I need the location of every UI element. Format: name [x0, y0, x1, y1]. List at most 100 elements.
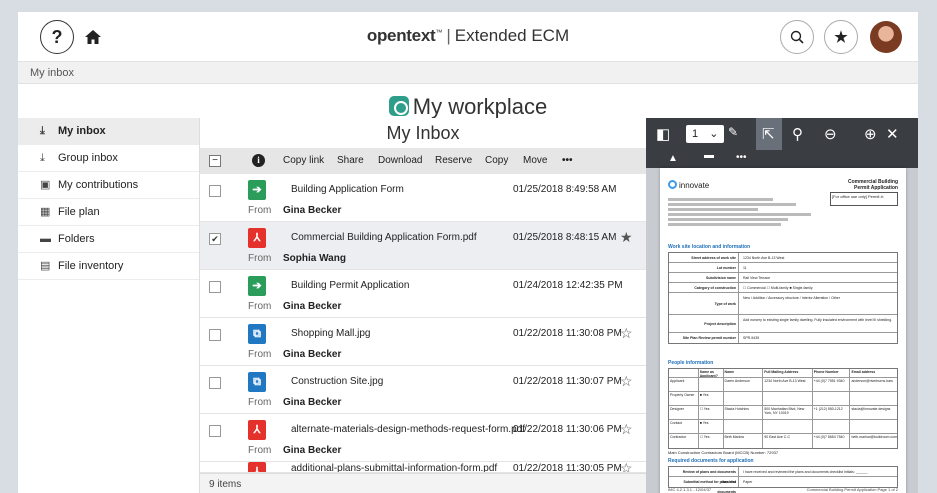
- table-row: Street address of work site 1234 North Av…: [669, 253, 897, 263]
- outline-icon[interactable]: ▬: [704, 150, 714, 161]
- search-download-icon[interactable]: ⚲: [792, 125, 803, 143]
- list-item[interactable]: ➔ Building Application Form From Gina Be…: [200, 174, 646, 222]
- sidebar-item-file-plan[interactable]: ▦ File plan: [18, 199, 199, 226]
- favorites-button[interactable]: ★: [824, 20, 858, 54]
- table-row: Lot number 11: [669, 263, 897, 273]
- item-name[interactable]: Commercial Building Application Form.pdf: [291, 232, 477, 243]
- pdf-icon: ⅄: [248, 420, 266, 440]
- move-button[interactable]: Move: [523, 155, 547, 166]
- sidebar-item-file-inventory[interactable]: ▤ File inventory: [18, 253, 199, 280]
- item-name[interactable]: Building Permit Application: [291, 280, 409, 291]
- section-heading: Work site location and information: [668, 244, 751, 250]
- list-item[interactable]: ⅄ additional-plans-submittal-information…: [200, 462, 646, 473]
- favorite-star-icon[interactable]: ☆: [620, 325, 633, 342]
- breadcrumb-item[interactable]: My inbox: [30, 67, 74, 79]
- list-item[interactable]: ⧉ Shopping Mall.jpg From Gina Becker 01/…: [200, 318, 646, 366]
- group-inbox-icon: ⤓: [40, 152, 45, 164]
- item-name[interactable]: Construction Site.jpg: [291, 376, 383, 387]
- list-item[interactable]: ➔ Building Permit Application From Gina …: [200, 270, 646, 318]
- table-row: Contact ■ Yes: [669, 420, 897, 434]
- sender-name: Gina Becker: [283, 349, 342, 360]
- search-button[interactable]: [780, 20, 814, 54]
- zoom-out-icon[interactable]: ⊖: [824, 125, 837, 143]
- row-checkbox[interactable]: [209, 281, 221, 293]
- inbox-icon: ⤓: [40, 125, 45, 137]
- page-select[interactable]: 1 ⌄: [686, 125, 724, 143]
- zoom-in-icon[interactable]: ⊕: [864, 125, 877, 143]
- info-icon[interactable]: i: [252, 154, 265, 167]
- sender-name: Sophia Wang: [283, 253, 346, 264]
- list-item[interactable]: ⧉ Construction Site.jpg From Gina Becker…: [200, 366, 646, 414]
- star-icon: ★: [834, 29, 848, 46]
- select-all-checkbox[interactable]: −: [209, 155, 221, 167]
- more-icon[interactable]: •••: [736, 152, 747, 163]
- row-checkbox[interactable]: [209, 329, 221, 341]
- pdf-icon: ⅄: [248, 228, 266, 248]
- download-button[interactable]: Download: [378, 155, 422, 166]
- workflow-icon: ➔: [248, 276, 266, 296]
- opentext-logo: opentext: [366, 26, 436, 45]
- item-name[interactable]: Shopping Mall.jpg: [291, 328, 371, 339]
- reserve-button[interactable]: Reserve: [435, 155, 472, 166]
- from-label: From: [248, 205, 272, 216]
- item-name[interactable]: Building Application Form: [291, 184, 404, 195]
- pdf-icon: ⅄: [248, 462, 266, 472]
- sidebar-item-my-inbox[interactable]: ⤓ My inbox: [18, 118, 199, 145]
- from-label: From: [248, 397, 272, 408]
- favorite-star-icon[interactable]: ☆: [620, 421, 633, 438]
- more-actions-button[interactable]: •••: [562, 155, 573, 166]
- copy-link-button[interactable]: Copy link: [283, 155, 324, 166]
- sidebar-item-group-inbox[interactable]: ⤓ Group inbox: [18, 145, 199, 172]
- breadcrumb: My inbox: [18, 62, 918, 84]
- item-name[interactable]: additional-plans-submittal-information-f…: [291, 463, 497, 472]
- row-checkbox[interactable]: [209, 185, 221, 197]
- page-footer: IMC 4.2.1.3.1 - 12/04/37 Commercial Buil…: [668, 487, 898, 492]
- workplace-icon: [388, 96, 409, 116]
- user-avatar[interactable]: [870, 21, 902, 53]
- table-row: Applicant Daren Anderson 1234 North Ave B-…: [669, 378, 897, 392]
- app-window: ? opentext™ | Extended ECM ★ My inbox My w…: [18, 12, 918, 493]
- documents-table: Review of plans and documents checklist I…: [668, 466, 898, 493]
- file-inventory-icon: ▤: [40, 260, 51, 272]
- list-item[interactable]: ✔ ⅄ Commercial Building Application Form…: [200, 222, 646, 270]
- address-lines: [668, 198, 818, 228]
- inbox-toolbar: − i Copy link Share Download Reserve Cop…: [200, 148, 646, 174]
- sender-name: Gina Becker: [283, 205, 342, 216]
- pointer-icon[interactable]: ⇱: [762, 125, 775, 143]
- item-name[interactable]: alternate-materials-design-methods-reque…: [291, 424, 525, 435]
- row-checkbox[interactable]: ✔: [209, 233, 221, 245]
- close-icon[interactable]: ✕: [886, 125, 899, 143]
- share-button[interactable]: Share: [337, 155, 364, 166]
- from-label: From: [248, 349, 272, 360]
- row-checkbox[interactable]: [209, 377, 221, 389]
- people-table: Same as Applicant? Name Full Mailing Addre…: [668, 368, 898, 449]
- inbox-title: My Inbox: [386, 123, 460, 143]
- table-row: Property Owner ■ Yes: [669, 392, 897, 406]
- from-label: From: [248, 301, 272, 312]
- document-title: Commercial Building Permit Application: [847, 179, 898, 191]
- section-heading: Required documents for application: [668, 458, 754, 464]
- row-checkbox[interactable]: [209, 425, 221, 437]
- copy-button[interactable]: Copy: [485, 155, 508, 166]
- item-date: 01/22/2018 11:30:05 PM: [513, 463, 622, 473]
- thumbnail-icon[interactable]: ▲: [668, 153, 678, 164]
- sidebar-item-my-contributions[interactable]: ▣ My contributions: [18, 172, 199, 199]
- document-page: innovate Commercial Building Permit Appli…: [660, 168, 906, 493]
- table-row: Review of plans and documents checklist I…: [669, 467, 897, 484]
- list-item[interactable]: ⅄ alternate-materials-design-methods-req…: [200, 414, 646, 462]
- table-row: Subdivision name Rail View Terrace: [669, 273, 897, 283]
- favorite-star-icon[interactable]: ☆: [620, 462, 633, 472]
- sidebar-toggle-icon[interactable]: ◧: [656, 125, 670, 143]
- file-plan-icon: ▦: [40, 206, 51, 218]
- table-row: Submittal method for plans and documents…: [669, 477, 897, 493]
- favorite-star-icon[interactable]: ★: [620, 229, 633, 246]
- image-icon: ⧉: [248, 372, 266, 392]
- item-count: 9 items: [200, 473, 646, 493]
- folder-icon: ▬: [40, 233, 51, 245]
- item-date: 01/22/2018 11:30:06 PM: [513, 424, 622, 435]
- annotate-icon[interactable]: ✎: [728, 125, 738, 139]
- page-title-text: My workplace: [412, 94, 548, 119]
- sidebar-item-folders[interactable]: ▬ Folders: [18, 226, 199, 253]
- viewer-subtoolbar: ▲ ▬ •••: [646, 150, 918, 168]
- favorite-star-icon[interactable]: ☆: [620, 373, 633, 390]
